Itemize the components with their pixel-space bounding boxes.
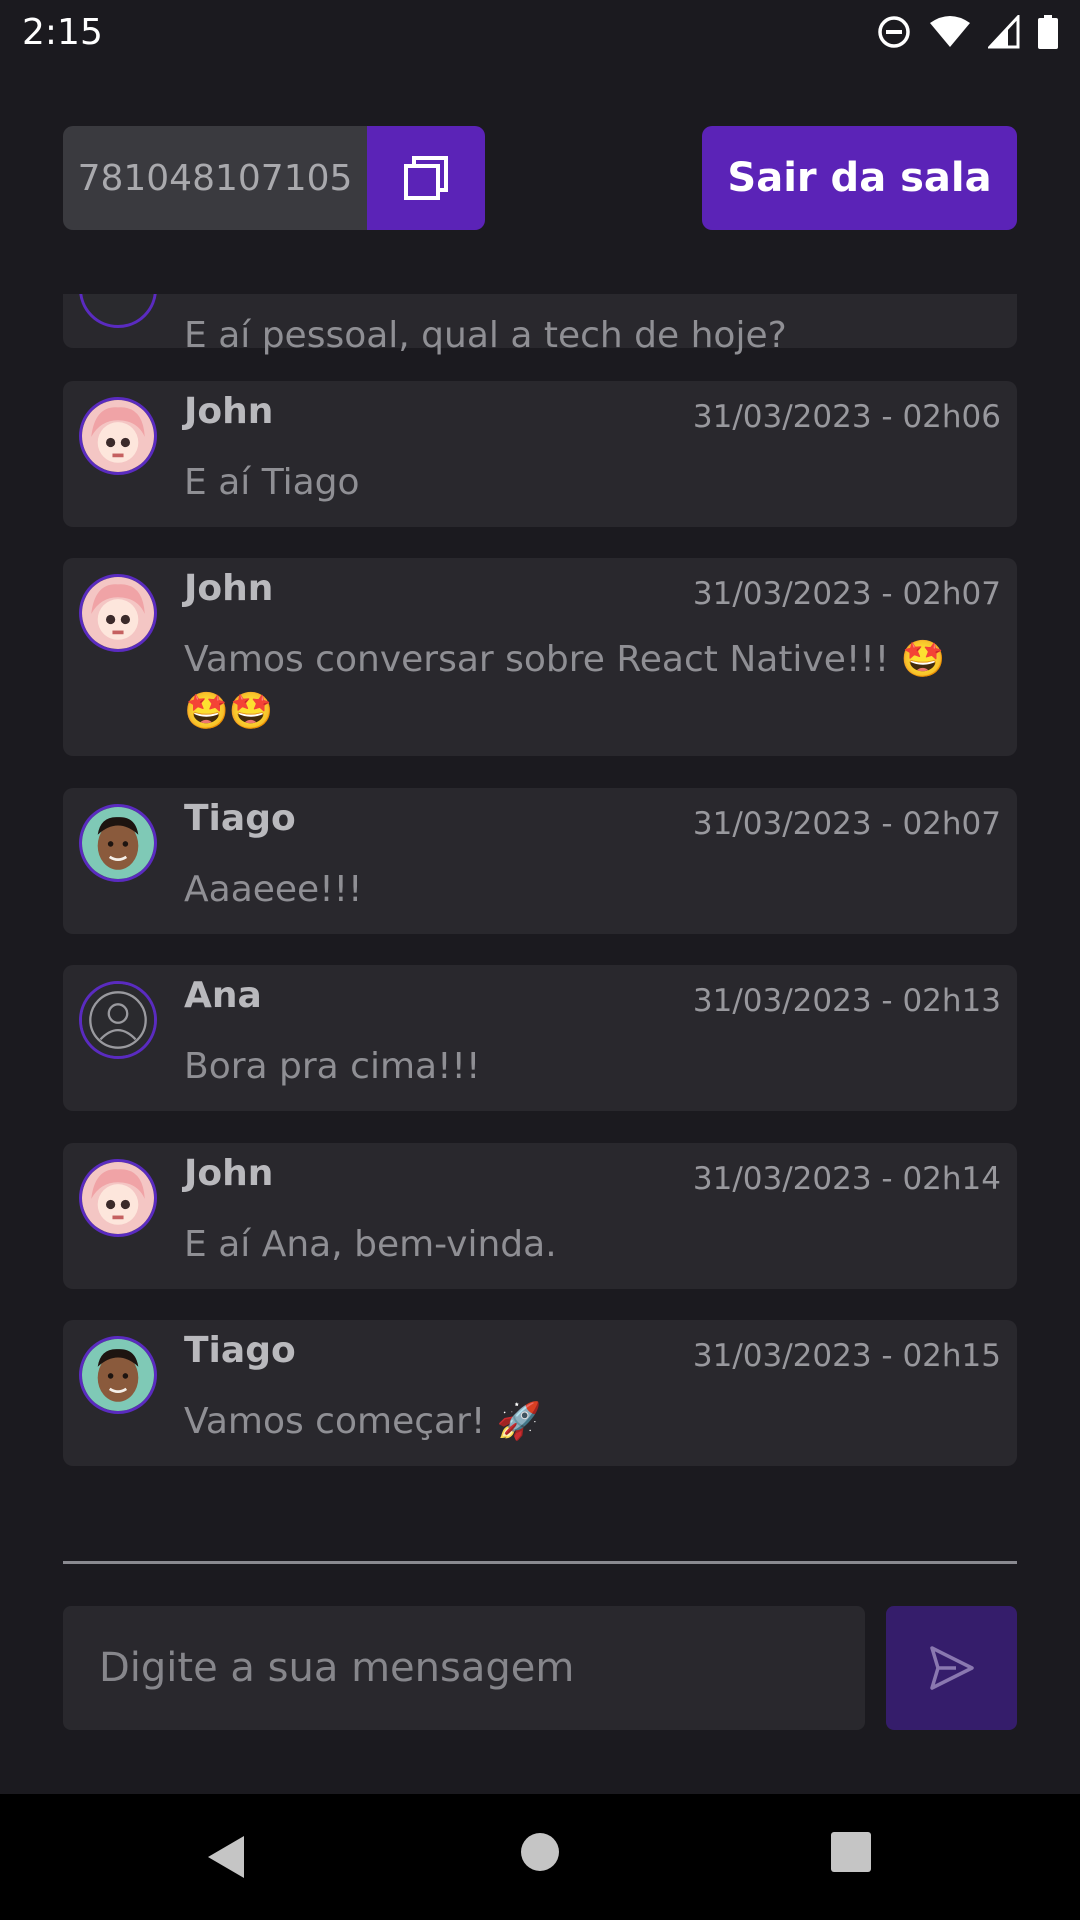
message-item: John 31/03/2023 - 02h07 Vamos conversar … bbox=[63, 558, 1017, 756]
home-icon[interactable] bbox=[520, 1832, 560, 1872]
message-text: Vamos começar! 🚀 bbox=[184, 1401, 542, 1442]
anime-girl-avatar-icon bbox=[82, 577, 154, 649]
avatar bbox=[79, 294, 157, 328]
message-time: 31/03/2023 - 02h07 bbox=[692, 576, 1001, 612]
message-time: 31/03/2023 - 02h07 bbox=[692, 806, 1001, 842]
avatar-man-photo bbox=[79, 1336, 157, 1414]
message-author: Tiago bbox=[184, 798, 296, 839]
room-header: 781048107105 Sair da sala bbox=[63, 126, 1017, 230]
system-nav-bar bbox=[0, 1794, 1080, 1920]
message-text: Bora pra cima!!! bbox=[184, 1046, 481, 1087]
composer-divider bbox=[63, 1561, 1017, 1564]
avatar-default-user bbox=[79, 981, 157, 1059]
avatar-anime-girl bbox=[79, 1159, 157, 1237]
message-author: Tiago bbox=[184, 1330, 296, 1371]
avatar-anime-girl bbox=[79, 574, 157, 652]
message-item: John 31/03/2023 - 02h14 E aí Ana, bem-vi… bbox=[63, 1143, 1017, 1289]
status-time: 2:15 bbox=[22, 11, 103, 53]
message-author: John bbox=[184, 391, 274, 432]
message-list[interactable]: E aí pessoal, qual a tech de hoje? John … bbox=[63, 294, 1017, 1494]
message-time: 31/03/2023 - 02h15 bbox=[692, 1338, 1001, 1374]
message-item: John 31/03/2023 - 02h06 E aí Tiago bbox=[63, 381, 1017, 527]
avatar-anime-girl bbox=[79, 397, 157, 475]
message-item: E aí pessoal, qual a tech de hoje? bbox=[63, 294, 1017, 356]
anime-girl-avatar-icon bbox=[82, 1162, 154, 1234]
do-not-disturb-icon bbox=[878, 16, 910, 48]
avatar-man-photo bbox=[79, 804, 157, 882]
copy-room-code-button[interactable] bbox=[367, 126, 485, 230]
message-item: Tiago 31/03/2023 - 02h15 Vamos começar! … bbox=[63, 1320, 1017, 1466]
message-text: E aí Tiago bbox=[184, 462, 360, 503]
message-item: Tiago 31/03/2023 - 02h07 Aaaeee!!! bbox=[63, 788, 1017, 934]
cell-signal-icon bbox=[988, 15, 1020, 49]
leave-room-button[interactable]: Sair da sala bbox=[702, 126, 1017, 230]
man-photo-avatar-icon bbox=[82, 1339, 154, 1411]
message-author: John bbox=[184, 1153, 274, 1194]
man-photo-avatar-icon bbox=[82, 807, 154, 879]
anime-girl-avatar-icon bbox=[82, 400, 154, 472]
status-icons bbox=[876, 14, 1058, 50]
message-author: John bbox=[184, 568, 274, 609]
status-bar: 2:15 bbox=[0, 0, 1080, 64]
send-button[interactable] bbox=[886, 1606, 1017, 1730]
message-text: Aaaeee!!! bbox=[184, 869, 363, 910]
message-input[interactable] bbox=[63, 1606, 865, 1730]
message-text: Vamos conversar sobre React Native!!! 🤩🤩… bbox=[184, 639, 946, 732]
battery-icon bbox=[1038, 15, 1058, 49]
message-author: Ana bbox=[184, 975, 262, 1016]
message-time: 31/03/2023 - 02h14 bbox=[692, 1161, 1001, 1197]
message-time: 31/03/2023 - 02h06 bbox=[692, 399, 1001, 435]
wifi-icon bbox=[930, 16, 970, 47]
back-icon[interactable] bbox=[204, 1832, 248, 1882]
room-code: 781048107105 bbox=[63, 126, 367, 230]
message-text: E aí pessoal, qual a tech de hoje? bbox=[184, 315, 787, 356]
message-text: E aí Ana, bem-vinda. bbox=[184, 1224, 557, 1265]
copy-icon bbox=[404, 156, 448, 200]
send-icon bbox=[929, 1646, 974, 1690]
recents-icon[interactable] bbox=[831, 1832, 871, 1872]
default-user-icon bbox=[82, 984, 154, 1056]
message-item: Ana 31/03/2023 - 02h13 Bora pra cima!!! bbox=[63, 965, 1017, 1111]
message-time: 31/03/2023 - 02h13 bbox=[692, 983, 1001, 1019]
